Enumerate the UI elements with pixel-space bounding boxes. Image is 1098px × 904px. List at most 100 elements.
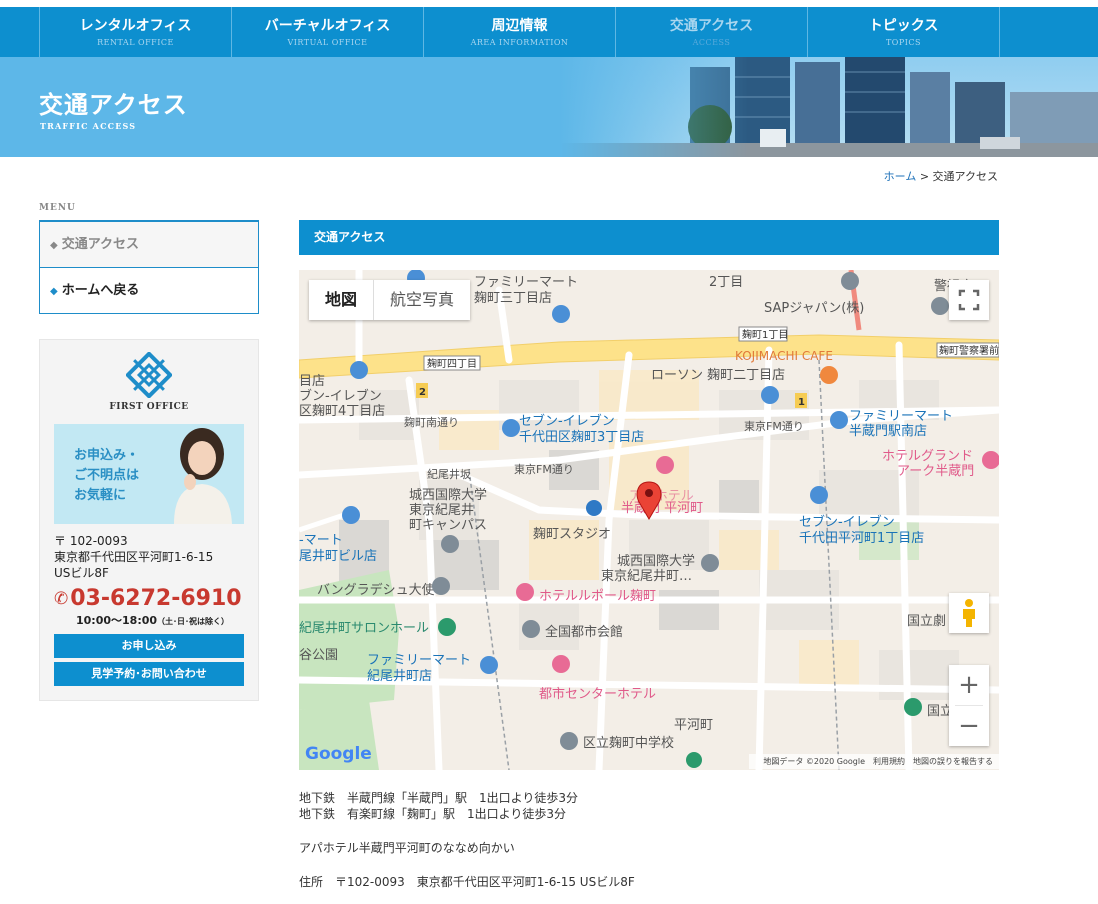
google-map[interactable]: 2丁目 麹町南通り 東京FM通り 紀尾井坂 東京FM通り 平河町 バングラデシュ…: [299, 270, 999, 770]
map-label: 千代田区麹町3丁目店: [519, 429, 644, 445]
google-logo-text: Google: [305, 744, 372, 764]
sidebar-item-access[interactable]: ◆ 交通アクセス: [40, 222, 258, 268]
map-type-toggle: 地図 航空写真: [309, 280, 471, 320]
google-logo[interactable]: Google: [305, 744, 372, 764]
promo-line: お気軽に: [74, 488, 127, 503]
map-label: SAPジャパン(株): [764, 301, 864, 316]
nav-item-access[interactable]: 交通アクセス ACCESS: [616, 7, 808, 57]
access-info: 地下鉄 半蔵門線「半蔵門」駅 1出口より徒歩3分 地下鉄 有楽町線「麹町」駅 1…: [299, 790, 635, 890]
nav-item-rental-office[interactable]: レンタルオフィス RENTAL OFFICE: [40, 7, 232, 57]
breadcrumb-separator: >: [916, 170, 933, 183]
address-line1: 東京都千代田区平河町1-6-15: [54, 550, 214, 564]
map-label: アーク半蔵門: [897, 464, 974, 479]
map-label: 麹町三丁目店: [474, 290, 552, 306]
breadcrumb-home-link[interactable]: ホーム: [884, 170, 917, 183]
address-zip: 〒 102-0093: [54, 534, 128, 548]
map-label: 町キャンパス: [409, 518, 487, 533]
contact-button[interactable]: 見学予約･お問い合わせ: [54, 662, 244, 686]
map-report-link[interactable]: 地図の誤りを報告する: [913, 757, 993, 766]
map-label: 東京紀尾井町…: [601, 568, 692, 584]
map-label: セブン-イレブン: [799, 514, 895, 530]
map-label: 尾井町ビル店: [299, 549, 377, 564]
sidebar-item-label: 交通アクセス: [61, 237, 140, 252]
business-hours: 10:00〜18:00（土･日･祝は除く）: [76, 612, 229, 628]
contact-card: FIRST OFFICE お申込み・ ご不明点は お気軽に 〒 102-0093…: [39, 339, 259, 701]
street-view-pegman-button[interactable]: [949, 593, 989, 633]
nav-item-virtual-office[interactable]: バーチャルオフィス VIRTUAL OFFICE: [232, 7, 424, 57]
hero-city-photo: [560, 57, 1098, 157]
map-label: 千代田平河町1丁目店: [799, 531, 924, 546]
zoom-out-button[interactable]: −: [949, 706, 989, 746]
svg-text:2: 2: [419, 387, 426, 398]
phone-icon: ✆: [54, 588, 69, 609]
page-title: 交通アクセス: [39, 91, 188, 119]
map-label: 目店: [299, 374, 325, 389]
map-label: 東京FM通り: [514, 462, 574, 476]
zoom-in-button[interactable]: +: [949, 665, 989, 705]
address-line2: USビル8F: [54, 566, 109, 580]
fullscreen-icon: [958, 289, 980, 311]
breadcrumb: ホーム > 交通アクセス: [884, 168, 998, 184]
sidebar-item-home[interactable]: ◆ ホームへ戻る: [40, 268, 258, 313]
nav-label: 周辺情報: [491, 18, 548, 34]
map-road-label: 麹町四丁目: [427, 357, 477, 370]
page-hero: 交通アクセス TRAFFIC ACCESS: [0, 57, 1098, 157]
map-label: 東京FM通り: [744, 419, 804, 433]
map-label: 区麹町4丁目店: [299, 403, 385, 419]
map-label: 都市センターホテル: [539, 686, 656, 702]
landmark-text: アパホテル半蔵門平河町のななめ向かい: [299, 841, 515, 855]
global-nav: レンタルオフィス RENTAL OFFICE バーチャルオフィス VIRTUAL…: [0, 7, 1098, 57]
section-heading-text: 交通アクセス: [314, 230, 386, 244]
fullscreen-button[interactable]: [949, 280, 989, 320]
map-label: 城西国際大学: [409, 487, 487, 503]
map-label: 谷公園: [299, 648, 338, 663]
diamond-icon: ◆: [50, 240, 58, 251]
map-label: 麹町スタジオ: [533, 526, 611, 542]
map-label: ブン-イレブン: [299, 388, 382, 404]
map-label: 平河町: [674, 718, 713, 733]
hours-text: 10:00〜18:00: [76, 614, 158, 627]
map-type-roadmap-tab[interactable]: 地図: [309, 280, 373, 320]
map-terms-link[interactable]: 利用規約: [873, 757, 905, 766]
map-attribution: 地図データ ©2020 Google 利用規約 地図の誤りを報告する: [749, 754, 999, 769]
map-label: 区立麹町中学校: [583, 735, 674, 751]
promo-line: ご不明点は: [74, 468, 140, 483]
nav-label: 交通アクセス: [669, 18, 754, 34]
map-label: ファミリーマート: [367, 653, 471, 668]
promo-text: お申込み・ ご不明点は お気軽に: [74, 446, 139, 506]
map-label: ファミリーマート: [849, 409, 953, 424]
map-label: 東京紀尾井: [409, 502, 474, 518]
breadcrumb-current: 交通アクセス: [932, 170, 998, 183]
nav-sublabel: ACCESS: [692, 38, 731, 47]
office-address: 〒 102-0093 東京都千代田区平河町1-6-15 USビル8F: [54, 533, 213, 581]
access-line: 地下鉄 有楽町線「麹町」駅 1出口より徒歩3分: [299, 807, 567, 821]
map-label: 全国都市会館: [545, 624, 623, 640]
first-office-logo-icon: [126, 352, 172, 398]
nav-sublabel: AREA INFORMATION: [470, 38, 569, 47]
global-nav-list: レンタルオフィス RENTAL OFFICE バーチャルオフィス VIRTUAL…: [39, 7, 1000, 57]
address-text: 住所 〒102-0093 東京都千代田区平河町1-6-15 USビル8F: [299, 875, 635, 889]
map-label: バングラデシュ大使: [317, 582, 435, 598]
map-label: 城西国際大学: [617, 553, 695, 569]
phone-number[interactable]: ✆ 03-6272-6910: [54, 586, 242, 611]
sidebar-item-label: ホームへ戻る: [61, 283, 140, 298]
map-label: ホテルルポール麹町: [539, 588, 656, 604]
diamond-icon: ◆: [50, 286, 58, 297]
map-label: ホテルグランド: [882, 449, 973, 464]
zoom-control: + −: [949, 665, 989, 746]
map-label: ファミリーマート: [474, 275, 578, 290]
map-label: 2丁目: [709, 275, 743, 290]
access-line: 地下鉄 半蔵門線「半蔵門」駅 1出口より徒歩3分: [299, 791, 579, 805]
hours-note: （土･日･祝は除く）: [157, 617, 230, 626]
map-label: ローソン 麹町二丁目店: [651, 367, 785, 383]
nav-item-topics[interactable]: トピックス TOPICS: [808, 7, 1000, 57]
nav-sublabel: TOPICS: [885, 38, 922, 47]
map-type-satellite-tab[interactable]: 航空写真: [373, 280, 470, 320]
nav-item-area-information[interactable]: 周辺情報 AREA INFORMATION: [424, 7, 616, 57]
logo-text: FIRST OFFICE: [109, 402, 189, 412]
map-label: 紀尾井坂: [427, 467, 471, 481]
map-canvas[interactable]: 2丁目 麹町南通り 東京FM通り 紀尾井坂 東京FM通り 平河町 バングラデシュ…: [299, 270, 999, 770]
map-label: 国立劇: [907, 614, 946, 629]
apply-button[interactable]: お申し込み: [54, 634, 244, 658]
promo-banner[interactable]: お申込み・ ご不明点は お気軽に: [54, 424, 244, 524]
